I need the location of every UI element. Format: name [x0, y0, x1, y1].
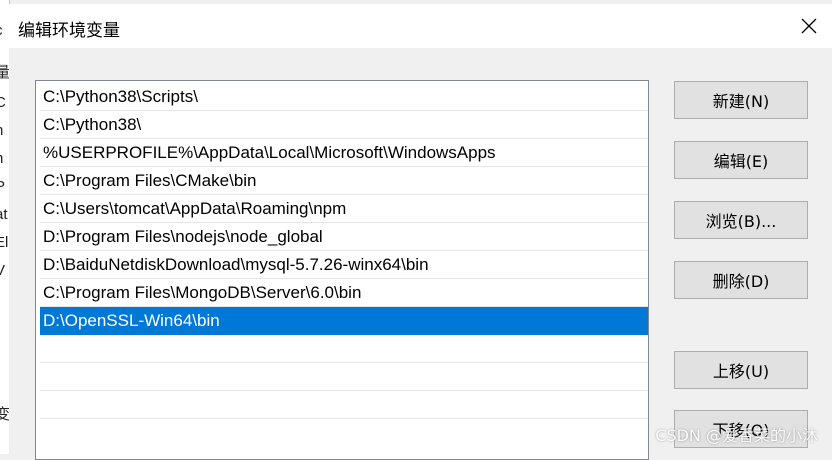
path-list-item[interactable]: C:\Program Files\MongoDB\Server\6.0\bin — [40, 279, 648, 307]
new-button[interactable]: 新建(N) — [674, 81, 808, 119]
bg-char: c — [0, 22, 3, 40]
delete-button[interactable]: 删除(D) — [674, 261, 808, 299]
path-list-item[interactable]: C:\Program Files\CMake\bin — [40, 167, 648, 195]
path-list-item[interactable]: C:\Python38\Scripts\ — [40, 83, 648, 111]
bg-char: at — [0, 206, 8, 223]
path-list-item[interactable]: C:\Python38\ — [40, 111, 648, 139]
bg-char: V — [0, 262, 5, 280]
close-icon — [801, 18, 817, 34]
bg-char: C — [0, 94, 6, 112]
path-list-item-empty[interactable] — [40, 363, 648, 391]
move-up-button[interactable]: 上移(U) — [674, 351, 808, 389]
bg-char: n — [0, 150, 3, 168]
title-bar[interactable]: 编辑环境变量 — [9, 4, 832, 48]
close-button[interactable] — [786, 4, 832, 48]
edit-env-var-dialog: 编辑环境变量 C:\Python38\Scripts\ C:\Python38\… — [9, 4, 832, 460]
path-list-item[interactable]: C:\Users\tomcat\AppData\Roaming\npm — [40, 195, 648, 223]
bg-char: P — [0, 178, 5, 196]
path-list-item-selected[interactable]: D:\OpenSSL-Win64\bin — [40, 307, 648, 335]
path-list-item[interactable]: D:\Program Files\nodejs\node_global — [40, 223, 648, 251]
path-list-item[interactable]: %USERPROFILE%\AppData\Local\Microsoft\Wi… — [40, 139, 648, 167]
path-list-item-empty[interactable] — [40, 391, 648, 419]
move-down-button[interactable]: 下移(O) — [674, 410, 808, 448]
bg-char: n — [0, 122, 3, 140]
edit-button[interactable]: 编辑(E) — [674, 141, 808, 179]
dialog-title: 编辑环境变量 — [18, 21, 120, 41]
bg-char: El — [0, 234, 9, 251]
browse-button[interactable]: 浏览(B)... — [674, 201, 808, 239]
path-list-item[interactable]: D:\BaiduNetdiskDownload\mysql-5.7.26-win… — [40, 251, 648, 279]
path-list-item-empty[interactable] — [40, 335, 648, 363]
path-list[interactable]: C:\Python38\Scripts\ C:\Python38\ %USERP… — [35, 80, 649, 460]
